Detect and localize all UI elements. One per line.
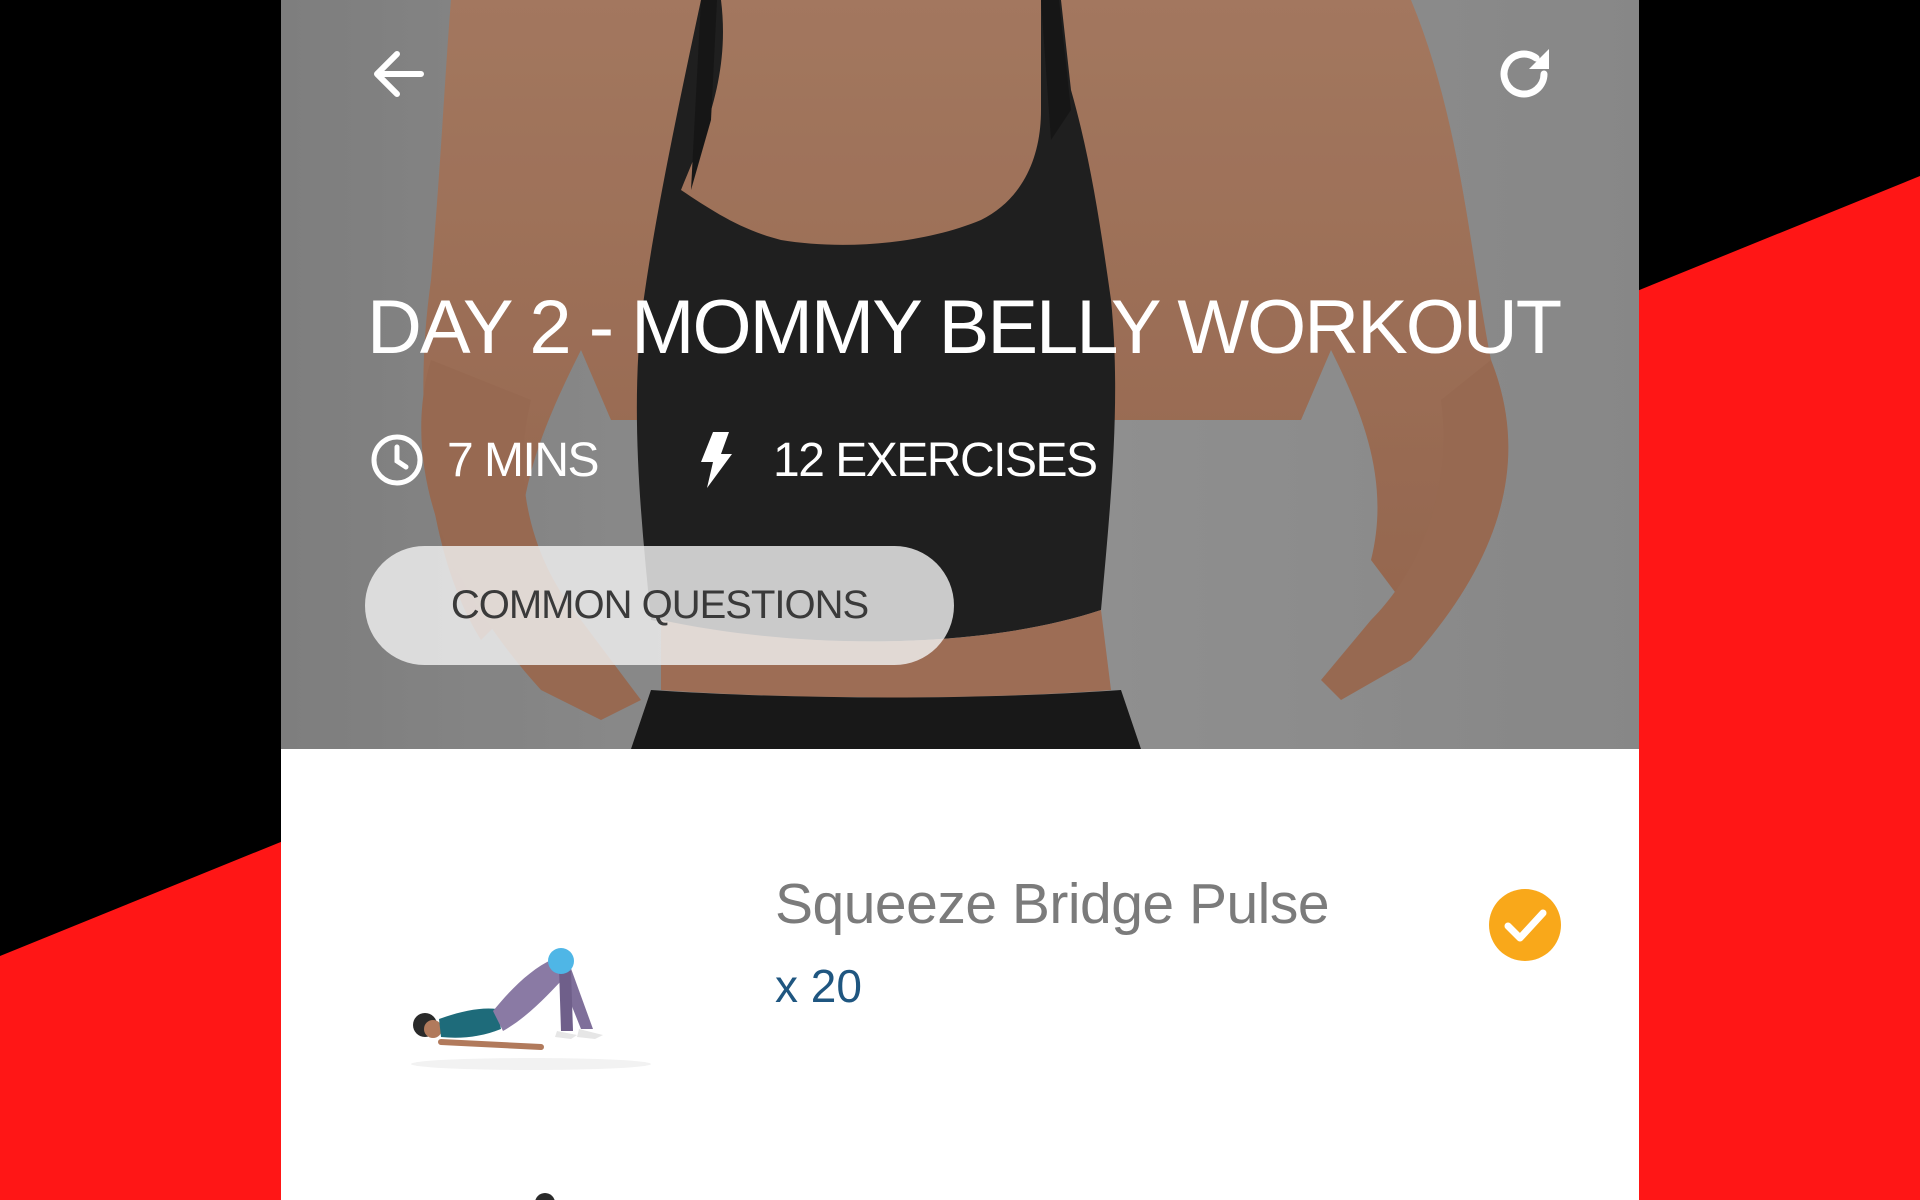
clock-icon	[371, 434, 423, 486]
exercise-count-label: 12 EXERCISES	[773, 433, 1098, 487]
duration-label: 7 MINS	[447, 433, 600, 487]
exercise-list: Squeeze Bridge Pulse x 20	[281, 749, 1639, 1200]
exercise-reps: x 20	[775, 960, 862, 1012]
arrow-left-icon	[374, 51, 424, 97]
check-circle-icon	[1489, 889, 1561, 961]
next-exercise-thumbnail	[535, 1193, 555, 1200]
app-screen: DAY 2 - MOMMY BELLY WORKOUT 7 MINS 12 EX…	[281, 0, 1639, 1200]
back-button[interactable]	[359, 34, 439, 114]
workout-title: DAY 2 - MOMMY BELLY WORKOUT	[367, 285, 1562, 370]
lightning-icon	[701, 432, 732, 488]
exercise-thumbnail	[411, 948, 651, 1070]
workout-hero-image: DAY 2 - MOMMY BELLY WORKOUT 7 MINS 12 EX…	[281, 0, 1639, 749]
workout-duration: 7 MINS	[369, 432, 600, 488]
exercise-name: Squeeze Bridge Pulse	[775, 872, 1330, 936]
workout-exercise-count: 12 EXERCISES	[699, 432, 1098, 488]
common-questions-button[interactable]: COMMON QUESTIONS	[365, 546, 954, 665]
restart-button[interactable]	[1485, 34, 1565, 114]
refresh-icon	[1500, 49, 1549, 98]
exercise-row[interactable]: Squeeze Bridge Pulse x 20	[281, 749, 1639, 1089]
